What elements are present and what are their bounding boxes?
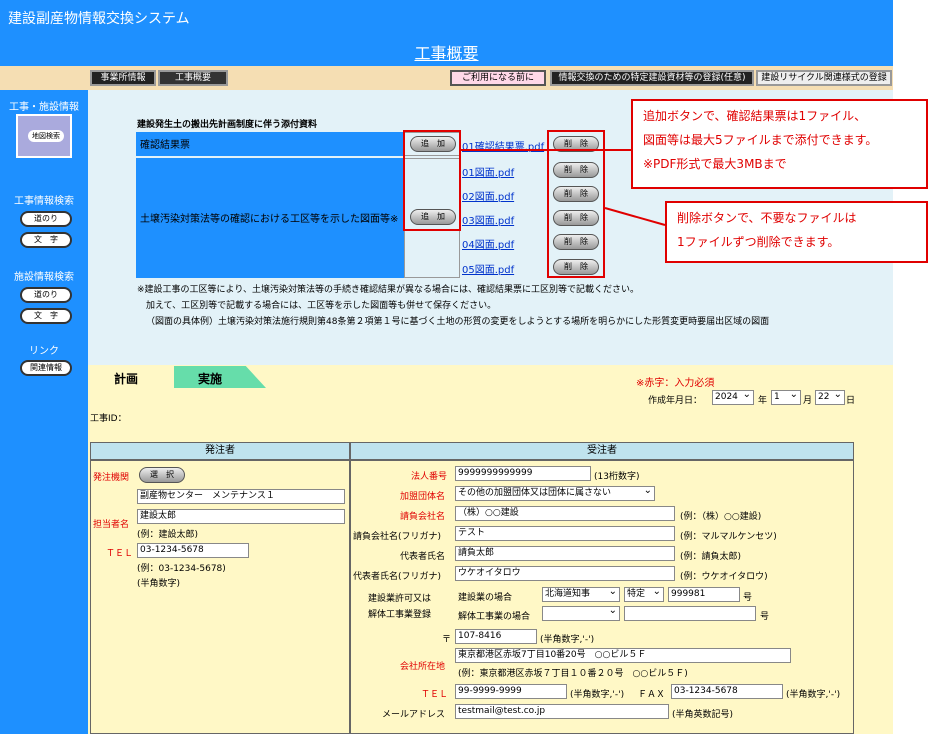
tab-plan[interactable]: 計画 xyxy=(100,366,176,388)
demolition-authority-select[interactable] xyxy=(542,604,620,621)
corp-no-input[interactable]: 9999999999999 xyxy=(455,466,591,481)
corp-no-note: (13桁数字) xyxy=(594,472,640,482)
orderer-tel-input[interactable]: 03-1234-5678 xyxy=(137,543,249,558)
required-note: ※赤字：入力必須 xyxy=(636,378,715,389)
rep-example: (例：請負太郎) xyxy=(680,552,742,562)
contractor-tel-input[interactable]: 99-9999-9999 xyxy=(455,684,567,699)
orderer-tel-note: (半角数字) xyxy=(137,579,181,589)
company-example: (例：（株）○○建設) xyxy=(680,512,762,522)
address-input[interactable]: 東京都港区赤坂7丁目10番20号 ○○ビル５Ｆ xyxy=(455,648,791,663)
orderer-tel-example: (例：03-1234-5678) xyxy=(137,564,226,574)
contractor-tel-note: (半角数字,'-') xyxy=(570,690,625,700)
note-line-2: 加えて、工区別等で記載する場合には、工区等を示した図面等も併せて保存ください。 xyxy=(146,301,497,311)
corp-no-label: 法人番号 xyxy=(411,472,448,482)
person-input[interactable]: 建設太郎 xyxy=(137,509,345,524)
zip-input[interactable]: 107-8416 xyxy=(455,629,537,644)
month-select[interactable]: 1 xyxy=(771,388,801,405)
rep-kana-input[interactable]: ウケオイタロウ xyxy=(455,566,675,581)
day-select[interactable]: 22 xyxy=(815,388,845,405)
zip-mark: 〒 xyxy=(442,635,452,645)
license-no-unit: 号 xyxy=(743,593,753,603)
month-unit: 月 xyxy=(803,396,813,406)
company-input[interactable]: （株）○○建設 xyxy=(455,506,675,521)
contractor-tel-label: ＴＥＬ xyxy=(421,690,449,700)
license-no-input[interactable]: 999981 xyxy=(668,587,740,602)
year-unit: 年 xyxy=(758,396,768,406)
rep-input[interactable]: 請負太郎 xyxy=(455,546,675,561)
license-label-1: 建設業許可又は xyxy=(368,594,432,604)
address-label: 会社所在地 xyxy=(400,662,446,672)
rep-label: 代表者氏名 xyxy=(400,552,446,562)
fax-input[interactable]: 03-1234-5678 xyxy=(671,684,783,699)
rep-kana-label: 代表者氏名(フリガナ) xyxy=(353,572,442,582)
company-label: 請負会社名 xyxy=(400,512,446,522)
license-case-1: 建設業の場合 xyxy=(458,593,513,603)
note-line-3: （図面の具体例）土壌汚染対策法施行規則第48条第２項第１号に基づく土地の形質の変… xyxy=(146,317,770,327)
assoc-label: 加盟団体名 xyxy=(400,492,446,502)
mail-note: (半角英数記号) xyxy=(672,710,734,720)
year-select[interactable]: 2024 xyxy=(712,388,754,405)
zip-note: (半角数字,'-') xyxy=(540,635,595,645)
license-label-2: 解体工事業登録 xyxy=(368,610,432,620)
org-select-button[interactable]: 選 択 xyxy=(139,467,185,483)
note-line-1: ※建設工事の工区等により、土壌汚染対策法等の手続き確認結果が異なる場合には、確認… xyxy=(137,285,640,295)
mail-label: メールアドレス xyxy=(382,710,446,720)
rep-kana-example: (例：ウケオイタロウ) xyxy=(680,572,768,582)
license-case-2: 解体工事業の場合 xyxy=(458,612,531,622)
mail-input[interactable]: testmail@test.co.jp xyxy=(455,704,669,719)
day-unit: 日 xyxy=(846,396,856,406)
license-authority-select[interactable]: 北海道知事 xyxy=(542,585,620,602)
kana-example: (例：マルマルケンセツ) xyxy=(680,532,777,542)
fax-note: (半角数字,'-') xyxy=(786,690,841,700)
assoc-select[interactable]: その他の加盟団体又は団体に属さない xyxy=(455,484,655,501)
person-label: 担当者名 xyxy=(93,520,130,530)
kana-label: 請負会社名(フリガナ) xyxy=(353,532,442,542)
demolition-no-input[interactable] xyxy=(624,606,756,621)
contractor-header: 受注者 xyxy=(350,442,854,460)
created-date-label: 作成年月日： xyxy=(648,396,703,406)
orderer-header: 発注者 xyxy=(90,442,350,460)
koji-id-label: 工事ID： xyxy=(90,414,127,424)
orderer-tel-label: ＴＥＬ xyxy=(106,549,134,559)
fax-label: ＦＡＸ xyxy=(638,690,666,700)
address-example: (例：東京都港区赤坂７丁目１０番２０号 ○○ビル５Ｆ) xyxy=(458,669,688,679)
kana-input[interactable]: テスト xyxy=(455,526,675,541)
person-example: (例：建設太郎) xyxy=(137,530,199,540)
license-type-select[interactable]: 特定 xyxy=(624,585,664,602)
org-input[interactable]: 副産物センター メンテナンス１ xyxy=(137,489,345,504)
demolition-no-unit: 号 xyxy=(760,612,770,622)
org-label: 発注機関 xyxy=(93,473,130,483)
